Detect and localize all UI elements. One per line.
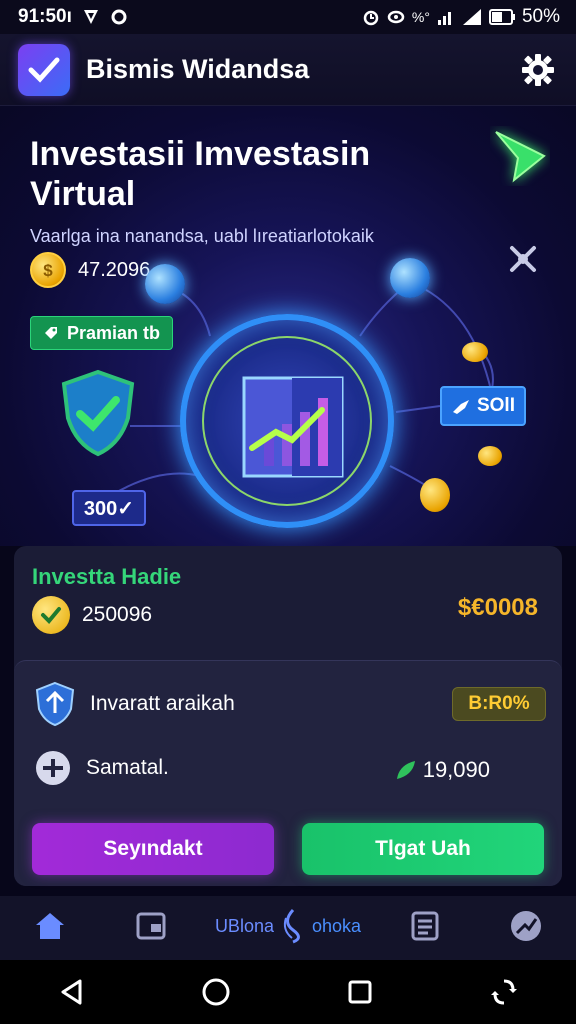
settings-button[interactable] <box>518 50 558 90</box>
chart-icon <box>510 911 541 941</box>
detail-label-total: Samatal. <box>86 756 169 779</box>
status-bar: 91:50ı %° 50% <box>0 0 576 34</box>
investment-orbit <box>180 314 394 528</box>
premium-label: Pramian tb <box>67 322 161 343</box>
app-header: Bismis Widandsa <box>0 34 576 106</box>
document-icon <box>411 911 439 941</box>
growth-chart-icon <box>242 376 344 483</box>
primary-action-button[interactable]: Tlgat Uah <box>302 823 544 875</box>
send-icon[interactable] <box>490 126 550 191</box>
cell-signal-icon <box>462 9 481 25</box>
hero-title: Investasii Imvestasin Virtual <box>30 135 371 213</box>
shield-status-icon <box>83 10 98 24</box>
nav-center[interactable]: UBlona ohoka <box>215 908 361 944</box>
square-recents-icon <box>348 980 372 1004</box>
rocket-icon <box>452 400 469 414</box>
count-pill[interactable]: 300✓ <box>72 490 146 526</box>
detail-label-return: Invaratt araikah <box>90 692 235 715</box>
wallet-icon <box>136 912 166 940</box>
dashboard-amount: $€0008 <box>457 594 538 621</box>
hero-subtitle: Vaarlga ina nanandsa, uabl lıreatiarloto… <box>30 226 374 246</box>
nav-document[interactable] <box>389 896 461 956</box>
detail-row-total: Samatal. <box>34 749 169 787</box>
hero-banner: Investasii Imvestasin Virtual Vaarlga in… <box>0 106 576 546</box>
signal-text: %° <box>411 9 430 25</box>
signal-bars-icon <box>437 12 451 25</box>
premium-badge[interactable]: Pramian tb <box>30 316 174 350</box>
rotate-icon <box>491 979 517 1005</box>
invested-row: 250096 <box>32 596 152 634</box>
leaf-icon <box>396 761 415 779</box>
check-coin-icon <box>32 596 70 634</box>
globe-icon-left <box>145 264 185 304</box>
recents-button[interactable] <box>330 962 390 1022</box>
rotate-button[interactable] <box>474 962 534 1022</box>
dashboard-title: Investta Hadie <box>32 564 182 589</box>
nav-home[interactable] <box>14 896 86 956</box>
gear-icon <box>522 53 554 86</box>
battery-icon <box>488 9 515 25</box>
tag-icon <box>45 327 57 339</box>
floating-coin <box>462 342 488 362</box>
system-nav-bar <box>0 960 576 1024</box>
status-right: %° 50% <box>362 6 560 28</box>
nav-center-right: ohoka <box>311 915 362 936</box>
coin-icon: $ <box>30 252 66 288</box>
floating-coin <box>478 446 502 466</box>
invested-value: 250096 <box>82 603 153 626</box>
home-button[interactable] <box>186 962 246 1022</box>
nav-center-left: UBlona <box>214 915 274 936</box>
coin-icon <box>36 751 70 785</box>
shield-icon <box>60 368 136 463</box>
status-time: 91:50ı <box>18 6 72 27</box>
battery-level: 50% <box>521 6 560 27</box>
globe-icon-right <box>390 258 430 298</box>
status-left: 91:50ı <box>18 6 128 28</box>
detail-row-return: Invaratt araikah <box>34 681 235 727</box>
home-icon <box>36 913 65 939</box>
balance-value: 47.2096 <box>78 258 151 281</box>
check-icon <box>28 57 60 83</box>
svg-text:$: $ <box>43 261 53 280</box>
value-pill-label: SOlI <box>476 395 515 416</box>
eye-icon <box>387 10 405 24</box>
secondary-action-button[interactable]: Seyındakt <box>32 823 274 875</box>
nav-chart[interactable] <box>490 896 562 956</box>
circle-home-icon <box>202 978 230 1006</box>
back-icon <box>61 979 82 1005</box>
floating-coin <box>420 478 450 512</box>
record-status-icon <box>111 9 127 25</box>
hero-balance: $ 47.2096 <box>30 252 150 288</box>
count-pill-label: 300✓ <box>83 497 135 520</box>
nav-wallet[interactable] <box>115 896 187 956</box>
app-title: Bismis Widandsa <box>86 54 310 84</box>
shield-icon <box>35 681 75 727</box>
alarm-icon <box>363 10 379 26</box>
network-icon[interactable] <box>506 242 540 281</box>
profit-value-text: 19,090 <box>422 757 490 782</box>
check-logo-icon[interactable] <box>18 43 70 96</box>
back-button[interactable] <box>42 962 102 1022</box>
profit-value: 19,090 <box>395 757 490 783</box>
value-pill[interactable]: SOlI <box>440 386 526 426</box>
bottom-nav: UBlona ohoka <box>0 896 576 960</box>
details-card: Invaratt araikah B:R0% Samatal. 19,090 S… <box>14 660 562 886</box>
swirl-icon <box>283 908 300 944</box>
investment-dashboard: Investta Hadie 250096 $€0008 Invaratt ar… <box>14 546 562 886</box>
roi-badge: B:R0% <box>452 687 546 721</box>
